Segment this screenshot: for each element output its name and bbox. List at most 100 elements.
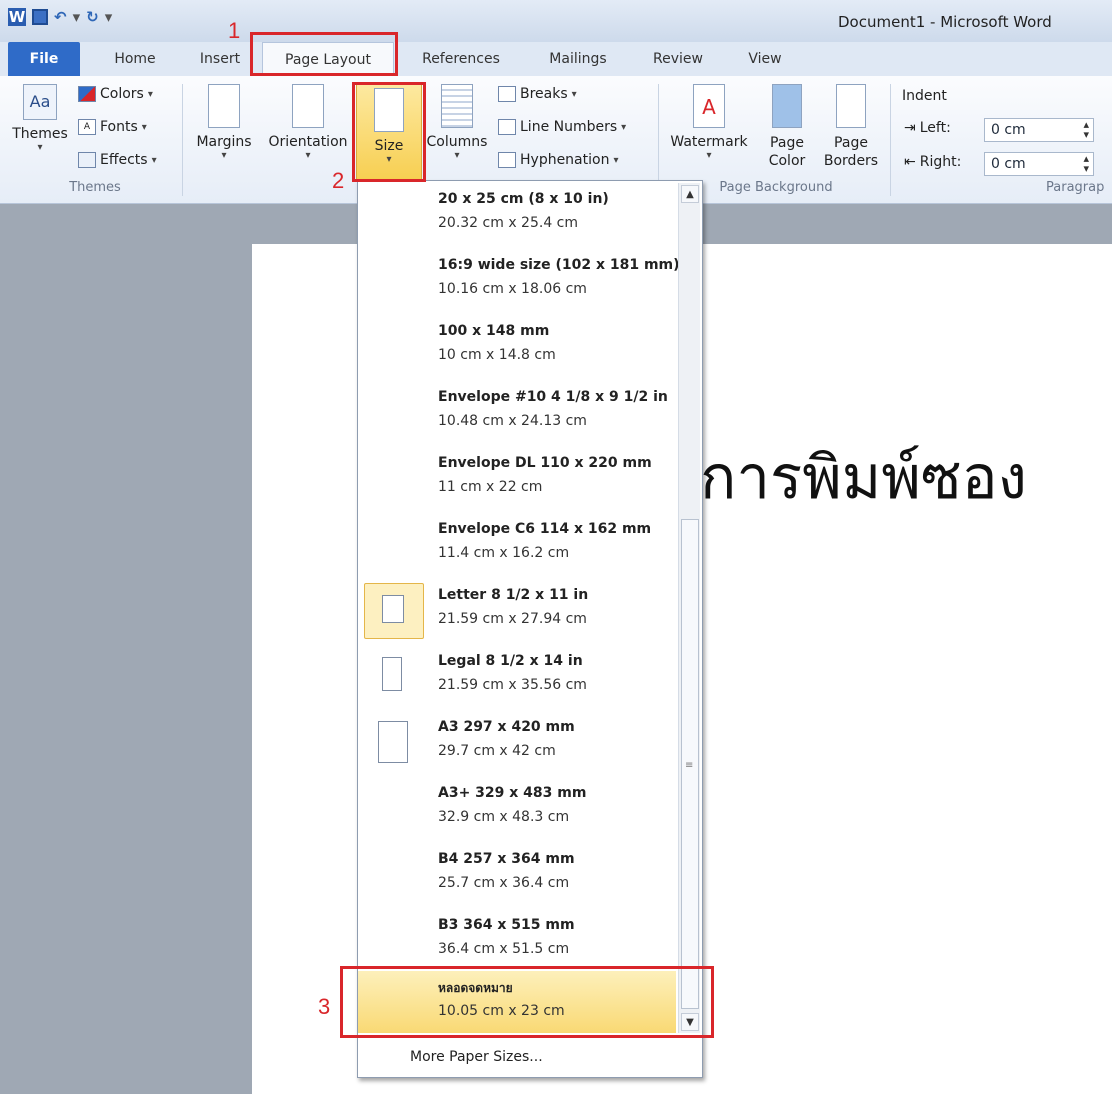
tab-file[interactable]: File (8, 42, 80, 76)
document-text[interactable]: การพิมพ์ซอง (700, 430, 1027, 525)
redo-icon[interactable]: ↻ (86, 8, 99, 26)
themes-label: Themes (12, 126, 68, 142)
save-icon[interactable] (32, 9, 48, 25)
indent-right-value: 0 cm (991, 156, 1026, 172)
indent-right-label: ⇤ Right: (904, 154, 961, 170)
tab-review[interactable]: Review (640, 42, 716, 76)
hyphenation-button[interactable]: Hyphenation ▾ (498, 152, 619, 168)
page-borders-button[interactable]: Page Borders (820, 84, 882, 170)
page-color-label-1: Page (770, 135, 804, 151)
group-divider (890, 84, 891, 196)
watermark-button[interactable]: A Watermark ▾ (664, 84, 754, 161)
margins-icon (208, 84, 240, 128)
page-borders-icon (836, 84, 866, 128)
paper-size-name: Letter 8 1/2 x 11 in (438, 587, 589, 603)
fonts-button[interactable]: A Fonts ▾ (78, 119, 147, 135)
ribbon-tabs: File Home Insert Page Layout References … (0, 42, 1112, 76)
paper-size-item[interactable]: A3 297 x 420 mm 29.7 cm x 42 cm (358, 711, 676, 777)
paper-icon (382, 657, 402, 691)
indent-left-input[interactable]: 0 cm ▴ ▾ (984, 118, 1094, 142)
hyphenation-icon (498, 152, 516, 168)
dropdown-scrollbar[interactable]: ▲ ≡ ▼ (678, 183, 700, 1033)
paper-size-name: B3 364 x 515 mm (438, 917, 575, 933)
paper-size-name: Legal 8 1/2 x 14 in (438, 653, 583, 669)
size-dropdown-menu: 20 x 25 cm (8 x 10 in) 20.32 cm x 25.4 c… (357, 180, 703, 1078)
paper-size-item[interactable]: 16:9 wide size (102 x 181 mm) 10.16 cm x… (358, 249, 680, 315)
paper-size-name: A3 297 x 420 mm (438, 719, 575, 735)
spinner-icon[interactable]: ▴ ▾ (1083, 153, 1089, 174)
line-numbers-button[interactable]: Line Numbers ▾ (498, 119, 626, 135)
customize-qat-icon[interactable]: ▾ (105, 8, 113, 26)
margins-button[interactable]: Margins ▾ (192, 84, 256, 161)
tab-insert[interactable]: Insert (188, 42, 252, 76)
paper-size-name: B4 257 x 364 mm (438, 851, 575, 867)
colors-button[interactable]: Colors ▾ (78, 86, 153, 102)
paper-size-dims: 10 cm x 14.8 cm (438, 347, 556, 363)
page-color-button[interactable]: Page Color (756, 84, 818, 170)
paper-size-dims: 11 cm x 22 cm (438, 479, 543, 495)
more-paper-sizes-item[interactable]: More Paper Sizes... (410, 1049, 543, 1065)
scroll-thumb[interactable]: ≡ (681, 519, 699, 1009)
paper-size-item-letter[interactable]: Letter 8 1/2 x 11 in 21.59 cm x 27.94 cm (358, 579, 676, 645)
paper-size-dims: 25.7 cm x 36.4 cm (438, 875, 570, 891)
chevron-down-icon: ▾ (706, 150, 712, 161)
paper-size-item[interactable]: Legal 8 1/2 x 14 in 21.59 cm x 35.56 cm (358, 645, 676, 711)
scroll-up-icon[interactable]: ▲ (681, 185, 699, 203)
tab-mailings[interactable]: Mailings (536, 42, 620, 76)
word-logo-icon[interactable]: W (8, 8, 26, 26)
page-color-icon (772, 84, 802, 128)
paper-size-dims: 20.32 cm x 25.4 cm (438, 215, 579, 231)
indent-left-label: ⇥ Left: (904, 120, 951, 136)
effects-icon (78, 152, 96, 168)
page-color-label-2: Color (768, 153, 806, 169)
tab-home[interactable]: Home (100, 42, 170, 76)
indent-right-input[interactable]: 0 cm ▴ ▾ (984, 152, 1094, 176)
indent-left-value: 0 cm (991, 122, 1026, 138)
chevron-down-icon: ▾ (37, 142, 43, 153)
columns-label: Columns (426, 134, 488, 150)
paper-size-dims: 10.48 cm x 24.13 cm (438, 413, 587, 429)
paper-size-item[interactable]: A3+ 329 x 483 mm 32.9 cm x 48.3 cm (358, 777, 676, 843)
tab-references[interactable]: References (408, 42, 514, 76)
chevron-down-icon: ▾ (151, 154, 157, 166)
undo-icon[interactable]: ↶ (54, 8, 67, 26)
paper-size-item[interactable]: 20 x 25 cm (8 x 10 in) 20.32 cm x 25.4 c… (358, 183, 676, 249)
chevron-down-icon: ▾ (621, 121, 627, 133)
paper-size-item[interactable]: 100 x 148 mm 10 cm x 14.8 cm (358, 315, 676, 381)
title-bar: W ↶ ▾ ↻ ▾ Document1 - Microsoft Word (0, 0, 1112, 42)
paper-size-dims: 29.7 cm x 42 cm (438, 743, 556, 759)
page-borders-label-1: Page (834, 135, 868, 151)
indent-left-icon: ⇥ (904, 120, 916, 136)
effects-button[interactable]: Effects ▾ (78, 152, 157, 168)
spinner-icon[interactable]: ▴ ▾ (1083, 119, 1089, 140)
paper-size-item[interactable]: Envelope #10 4 1/8 x 9 1/2 in 10.48 cm x… (358, 381, 676, 447)
hyphenation-label: Hyphenation (520, 152, 610, 168)
group-divider (182, 84, 183, 196)
paper-size-item[interactable]: Envelope DL 110 x 220 mm 11 cm x 22 cm (358, 447, 676, 513)
orientation-button[interactable]: Orientation ▾ (262, 84, 354, 161)
tab-view[interactable]: View (736, 42, 794, 76)
paper-size-dims: 21.59 cm x 27.94 cm (438, 611, 587, 627)
paper-size-name: A3+ 329 x 483 mm (438, 785, 587, 801)
undo-dropdown-icon[interactable]: ▾ (73, 8, 81, 26)
breaks-label: Breaks (520, 86, 568, 102)
paper-size-item[interactable]: Envelope C6 114 x 162 mm 11.4 cm x 16.2 … (358, 513, 676, 579)
page-background-group-label: Page Background (719, 180, 833, 195)
fonts-icon: A (78, 119, 96, 135)
chevron-down-icon: ▾ (571, 88, 577, 100)
chevron-down-icon: ▾ (613, 154, 619, 166)
paper-size-dims: 21.59 cm x 35.56 cm (438, 677, 587, 693)
page-borders-label-2: Borders (823, 153, 879, 169)
quick-access-toolbar: W ↶ ▾ ↻ ▾ (8, 8, 112, 26)
breaks-button[interactable]: Breaks ▾ (498, 86, 577, 102)
paper-size-item[interactable]: B4 257 x 364 mm 25.7 cm x 36.4 cm (358, 843, 676, 909)
columns-button[interactable]: Columns ▾ (424, 84, 490, 161)
chevron-down-icon: ▾ (221, 150, 227, 161)
paper-size-name: 20 x 25 cm (8 x 10 in) (438, 191, 609, 207)
themes-icon: Aa (23, 84, 57, 120)
annotation-number-1: 1 (228, 18, 241, 43)
chevron-down-icon: ▾ (147, 88, 153, 100)
annotation-box-size (352, 82, 426, 182)
paper-size-name: 16:9 wide size (102 x 181 mm) (438, 257, 680, 273)
themes-button[interactable]: Aa Themes ▾ (8, 84, 72, 153)
